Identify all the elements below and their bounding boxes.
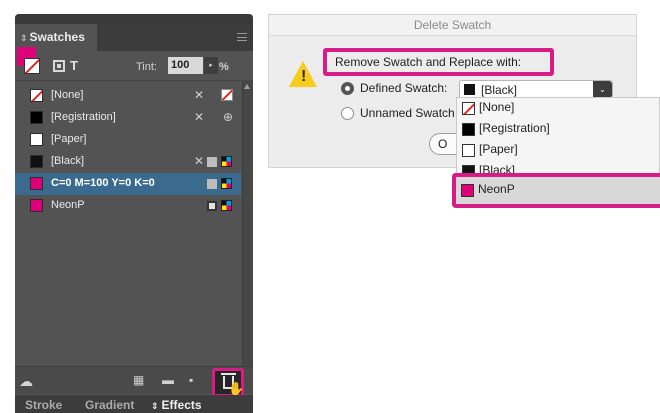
tint-input[interactable]: 100	[168, 57, 203, 74]
remove-replace-label: Remove Swatch and Replace with:	[335, 55, 522, 69]
dropdown-item-label: [Registration]	[479, 121, 550, 135]
swatch-view-icon[interactable]: ▦	[133, 373, 144, 387]
swatch-label: [Black]	[51, 155, 85, 167]
formatting-container-icon[interactable]	[53, 60, 65, 72]
swatch-row-magenta[interactable]: C=0 M=100 Y=0 K=0	[15, 173, 241, 195]
process-color-icon	[207, 157, 217, 167]
swatch-chip-neonp	[30, 199, 43, 212]
swatches-panel: ⇕ Swatches T Tint: 100 ▸ % [None] ✕ [Regi…	[15, 14, 253, 413]
dropdown-chip-registration	[462, 123, 475, 136]
non-editable-icon: ✕	[193, 88, 205, 102]
dropdown-item-neonp[interactable]: NeonP	[452, 173, 660, 208]
scroll-up-arrow-icon[interactable]	[244, 84, 250, 89]
dropdown-chip-paper	[462, 144, 475, 157]
swatch-list: [None] ✕ [Registration] ✕ ⊕ [Paper] [Bla…	[15, 80, 241, 366]
tab-gradient[interactable]: Gradient	[85, 398, 134, 412]
tab-effects-label: Effects	[161, 398, 202, 412]
tint-stepper-button[interactable]: ▸	[204, 57, 218, 74]
remove-replace-highlight: Remove Swatch and Replace with:	[323, 48, 554, 76]
none-color-icon	[221, 89, 233, 101]
cmyk-mode-icon	[221, 178, 232, 189]
dropdown-item-paper[interactable]: [Paper]	[457, 140, 659, 161]
spot-color-icon	[207, 201, 217, 211]
swatch-chip-magenta	[30, 177, 43, 190]
process-color-icon	[207, 179, 217, 189]
dropdown-item-label: [None]	[479, 100, 515, 114]
dropdown-item-registration[interactable]: [Registration]	[457, 119, 659, 140]
dropdown-item-label: NeonP	[478, 182, 515, 196]
swatch-row-none[interactable]: [None] ✕	[15, 85, 241, 107]
updown-arrows-icon: ⇕	[151, 401, 159, 411]
non-editable-icon: ✕	[193, 154, 205, 168]
cc-libraries-cloud-icon[interactable]: ☁	[19, 373, 33, 390]
new-swatch-icon[interactable]: ▪	[189, 373, 193, 387]
panel-titlebar[interactable]	[15, 14, 253, 24]
warning-exclamation-icon: !	[301, 68, 307, 85]
dropdown-item-label: [Paper]	[479, 142, 518, 156]
dropdown-chip-none	[462, 102, 475, 115]
dialog-title: Delete Swatch	[269, 15, 636, 36]
new-color-group-icon[interactable]: ▬	[162, 373, 174, 387]
registration-mark-icon: ⊕	[222, 110, 234, 124]
swatch-label: NeonP	[51, 199, 85, 211]
swatch-label: [None]	[51, 89, 84, 101]
unnamed-swatch-label: Unnamed Swatch	[360, 106, 455, 120]
unnamed-swatch-radio[interactable]	[341, 107, 354, 120]
panel-menu-icon[interactable]	[237, 33, 247, 41]
swatch-chip-none	[30, 89, 43, 102]
cmyk-mode-icon	[221, 156, 232, 167]
tint-percent-label: %	[219, 61, 229, 73]
cmyk-mode-icon	[221, 200, 232, 211]
dropdown-chip-neonp	[461, 184, 474, 197]
swatch-chip-registration	[30, 111, 43, 124]
formatting-text-icon[interactable]: T	[70, 58, 78, 73]
updown-arrows-icon: ⇕	[20, 33, 28, 43]
stroke-none-icon[interactable]	[24, 58, 40, 74]
tab-stroke[interactable]: Stroke	[25, 398, 62, 412]
swatch-row-neonp[interactable]: NeonP	[15, 195, 241, 217]
swatch-chip-black	[30, 155, 43, 168]
tint-label: Tint:	[136, 61, 157, 73]
swatch-row-black[interactable]: [Black] ✕	[15, 151, 241, 173]
non-editable-icon: ✕	[193, 110, 205, 124]
selected-swatch-text: [Black]	[481, 83, 518, 97]
bottom-panel-tabs: Stroke Gradient ⇕ Effects	[15, 395, 253, 413]
swatch-chip-paper	[30, 133, 43, 146]
swatch-label: [Paper]	[51, 133, 87, 145]
swatch-label: [Registration]	[51, 111, 116, 123]
tab-swatches-label: Swatches	[29, 30, 85, 44]
swatch-label: C=0 M=100 Y=0 K=0	[51, 177, 155, 189]
tab-effects[interactable]: ⇕ Effects	[151, 398, 202, 412]
chevron-down-icon[interactable]: ⌄	[593, 81, 612, 98]
dropdown-item-none[interactable]: [None]	[457, 98, 659, 119]
swatch-list-scrollbar[interactable]	[242, 80, 253, 366]
swatch-dropdown-list: [None] [Registration] [Paper] [Black]	[456, 97, 660, 179]
swatch-row-paper[interactable]: [Paper]	[15, 129, 241, 151]
defined-swatch-label: Defined Swatch:	[360, 81, 448, 95]
delete-swatch-button[interactable]: ✋	[212, 368, 244, 397]
select-chip-black	[464, 84, 475, 95]
defined-swatch-radio[interactable]	[341, 82, 354, 95]
swatch-row-registration[interactable]: [Registration] ✕ ⊕	[15, 107, 241, 129]
